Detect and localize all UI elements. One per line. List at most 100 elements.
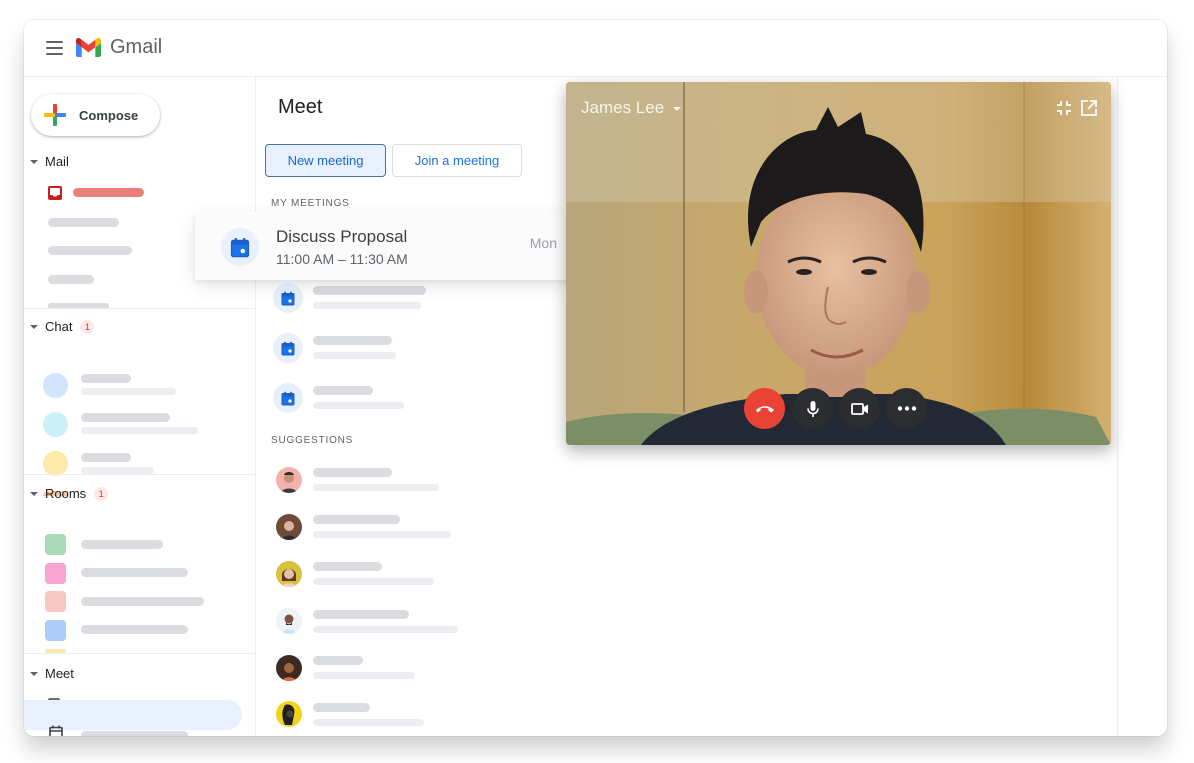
meeting-day: Mon xyxy=(529,235,557,251)
meeting-title: Discuss Proposal xyxy=(276,227,408,246)
suggestion-name[interactable] xyxy=(313,468,392,477)
section-rooms[interactable]: Rooms 1 xyxy=(30,486,109,501)
meeting-time: 11:00 AM – 11:30 AM xyxy=(276,251,408,267)
calendar-icon xyxy=(49,725,63,736)
suggestion-avatar[interactable] xyxy=(276,701,302,727)
mail-item-inbox[interactable] xyxy=(73,188,144,197)
app-title: Gmail xyxy=(110,36,163,58)
chat-unread-badge: 1 xyxy=(80,319,95,334)
suggestion-detail xyxy=(313,626,458,633)
mail-item[interactable] xyxy=(48,246,132,255)
caller-video-feed xyxy=(566,82,1111,445)
suggestion-detail xyxy=(313,531,451,538)
suggestion-detail xyxy=(313,578,434,585)
suggestion-name[interactable] xyxy=(313,515,400,524)
my-meetings-heading: MY MEETINGS xyxy=(271,198,350,209)
new-meeting-button[interactable]: New meeting xyxy=(265,144,386,177)
meeting-calendar-icon xyxy=(273,283,303,313)
microphone-button[interactable] xyxy=(792,388,833,429)
collapse-triangle-icon xyxy=(30,671,38,676)
end-call-button[interactable] xyxy=(744,388,785,429)
chat-name xyxy=(81,413,170,422)
suggestion-avatar[interactable] xyxy=(276,608,302,634)
camera-icon xyxy=(850,402,868,415)
section-chat[interactable]: Chat 1 xyxy=(30,319,95,334)
mail-item[interactable] xyxy=(48,218,119,227)
room-name[interactable] xyxy=(81,597,204,606)
more-dots-icon xyxy=(897,406,916,411)
suggestion-avatar[interactable] xyxy=(276,467,302,493)
section-chat-label: Chat xyxy=(45,319,73,334)
suggestion-name[interactable] xyxy=(313,562,382,571)
divider xyxy=(24,474,256,475)
chat-preview xyxy=(81,427,198,434)
suggestion-detail xyxy=(313,484,439,491)
right-side-panel xyxy=(1117,77,1167,736)
meet-title: Meet xyxy=(278,96,323,118)
meeting-title[interactable] xyxy=(313,336,392,345)
highlighted-meeting-card[interactable]: Discuss Proposal 11:00 AM – 11:30 AM Mon xyxy=(195,212,577,280)
meet-my-meetings-label xyxy=(81,731,188,736)
suggestion-avatar[interactable] xyxy=(276,655,302,681)
caller-name: James Lee xyxy=(581,98,665,117)
collapse-triangle-icon xyxy=(30,159,38,164)
room-name[interactable] xyxy=(81,625,188,634)
dropdown-arrow-icon xyxy=(673,107,682,111)
compose-button[interactable]: Compose xyxy=(31,94,160,136)
room-icon[interactable] xyxy=(45,620,66,641)
join-meeting-button[interactable]: Join a meeting xyxy=(392,144,522,177)
room-icon[interactable] xyxy=(45,534,66,555)
pop-out-icon[interactable] xyxy=(1080,99,1098,117)
phone-hangup-icon xyxy=(755,405,774,412)
meeting-title[interactable] xyxy=(313,286,426,295)
section-meet[interactable]: Meet xyxy=(30,666,74,681)
room-icon[interactable] xyxy=(45,563,66,584)
divider xyxy=(24,653,256,654)
meeting-calendar-icon xyxy=(221,228,259,266)
suggestion-detail xyxy=(313,719,424,726)
meeting-title[interactable] xyxy=(313,386,373,395)
room-name[interactable] xyxy=(81,568,188,577)
chat-preview xyxy=(81,388,176,395)
chat-avatar[interactable] xyxy=(43,373,68,398)
meeting-time xyxy=(313,302,421,309)
video-call-window[interactable]: James Lee xyxy=(566,82,1111,445)
microphone-icon xyxy=(806,400,819,417)
inbox-icon[interactable] xyxy=(48,186,62,200)
mail-item[interactable] xyxy=(48,275,94,284)
suggestion-detail xyxy=(313,672,415,679)
meeting-time xyxy=(313,402,404,409)
minimize-icon[interactable] xyxy=(1055,99,1073,117)
room-name[interactable] xyxy=(81,540,163,549)
section-rooms-label: Rooms xyxy=(45,486,87,501)
chat-name xyxy=(81,453,131,462)
collapse-triangle-icon xyxy=(30,491,38,496)
suggestion-avatar[interactable] xyxy=(276,561,302,587)
compose-plus-icon xyxy=(44,104,66,126)
hamburger-menu-icon[interactable] xyxy=(46,41,63,55)
collapse-triangle-icon xyxy=(30,324,38,329)
compose-label: Compose xyxy=(79,107,139,123)
suggestions-heading: SUGGESTIONS xyxy=(271,435,354,446)
suggestion-name[interactable] xyxy=(313,703,370,712)
chat-name xyxy=(81,374,131,383)
chat-avatar[interactable] xyxy=(43,412,68,437)
meeting-calendar-icon xyxy=(273,333,303,363)
chat-avatar[interactable] xyxy=(43,451,68,476)
caller-name-dropdown[interactable]: James Lee xyxy=(581,98,682,118)
sidebar: Compose Mail Chat 1 Rooms 1 Meet xyxy=(24,77,256,736)
section-mail[interactable]: Mail xyxy=(30,154,69,169)
more-options-button[interactable] xyxy=(886,388,927,429)
top-bar: Gmail xyxy=(24,20,1167,77)
camera-button[interactable] xyxy=(839,388,880,429)
chat-preview xyxy=(81,467,154,474)
meeting-time xyxy=(313,352,396,359)
suggestion-name[interactable] xyxy=(313,610,409,619)
meeting-calendar-icon xyxy=(273,383,303,413)
section-mail-label: Mail xyxy=(45,154,69,169)
divider xyxy=(24,308,256,309)
gmail-logo-icon xyxy=(76,38,101,57)
suggestion-avatar[interactable] xyxy=(276,514,302,540)
room-icon[interactable] xyxy=(45,591,66,612)
suggestion-name[interactable] xyxy=(313,656,363,665)
